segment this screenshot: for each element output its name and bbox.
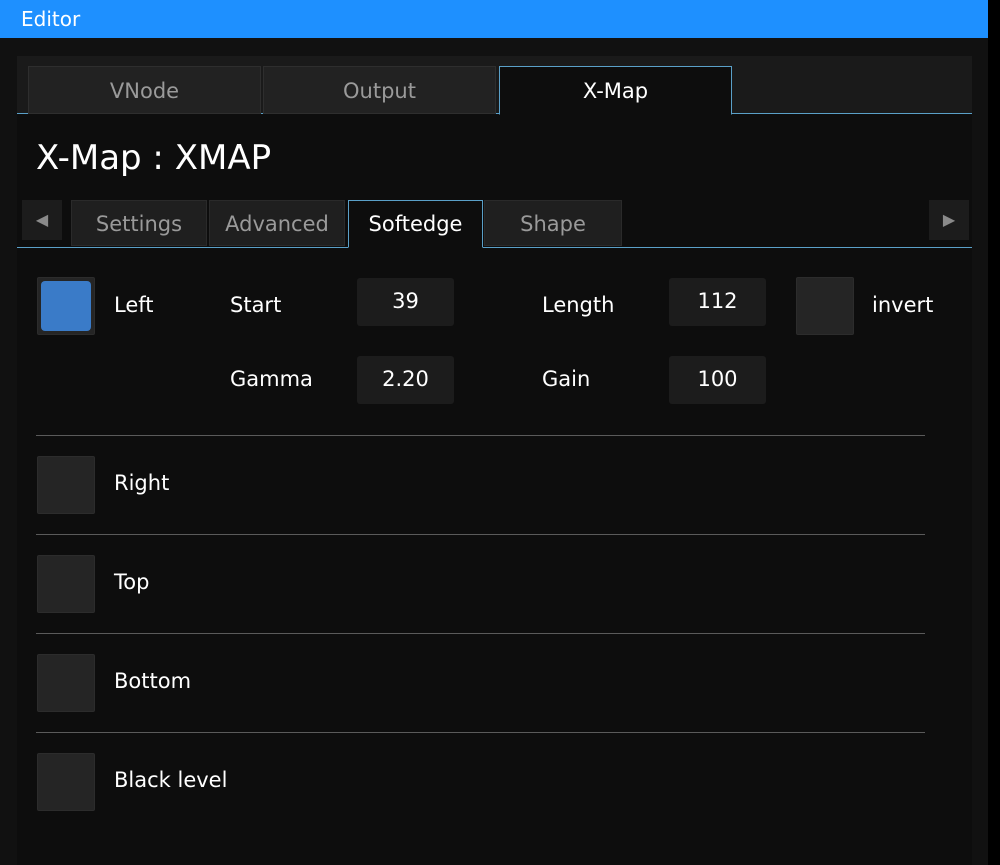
tab-vnode[interactable]: VNode [28,66,261,114]
top-checkbox[interactable] [37,555,95,613]
window-title: Editor [21,7,81,31]
right-checkbox[interactable] [37,456,95,514]
length-input[interactable]: 112 [669,278,766,326]
tab-output[interactable]: Output [263,66,496,114]
start-input[interactable]: 39 [357,278,454,326]
gamma-input[interactable]: 2.20 [357,356,454,404]
invert-checkbox[interactable] [796,277,854,335]
start-label: Start [230,293,282,317]
black-level-checkbox[interactable] [37,753,95,811]
tab-softedge[interactable]: Softedge [348,200,483,248]
primary-tab-strip: VNode Output X-Map [17,56,972,115]
top-label: Top [114,570,150,594]
gain-input[interactable]: 100 [669,356,766,404]
right-label: Right [114,471,170,495]
tab-settings[interactable]: Settings [71,200,207,246]
gamma-label: Gamma [230,367,313,391]
bottom-label: Bottom [114,669,192,693]
tab-x-map[interactable]: X-Map [499,66,732,115]
divider [36,633,925,634]
length-label: Length [542,293,615,317]
left-label: Left [114,293,154,317]
invert-label: invert [872,293,934,317]
divider [36,534,925,535]
divider [36,732,925,733]
left-checkbox[interactable] [37,277,95,335]
caret-left-icon[interactable]: ◀ [22,200,62,240]
tab-advanced[interactable]: Advanced [209,200,345,246]
tab-shape[interactable]: Shape [484,200,622,246]
black-level-label: Black level [114,768,228,792]
editor-window: Editor VNode Output X-Map X-Map : XMAP ◀… [0,0,988,865]
gain-label: Gain [542,367,591,391]
caret-right-icon[interactable]: ▶ [929,200,969,240]
sub-tab-strip: ◀ Settings Advanced Softedge Shape ▶ [17,198,972,248]
divider [36,435,925,436]
page-title: X-Map : XMAP [36,138,272,178]
title-bar[interactable]: Editor [0,0,988,38]
bottom-checkbox[interactable] [37,654,95,712]
